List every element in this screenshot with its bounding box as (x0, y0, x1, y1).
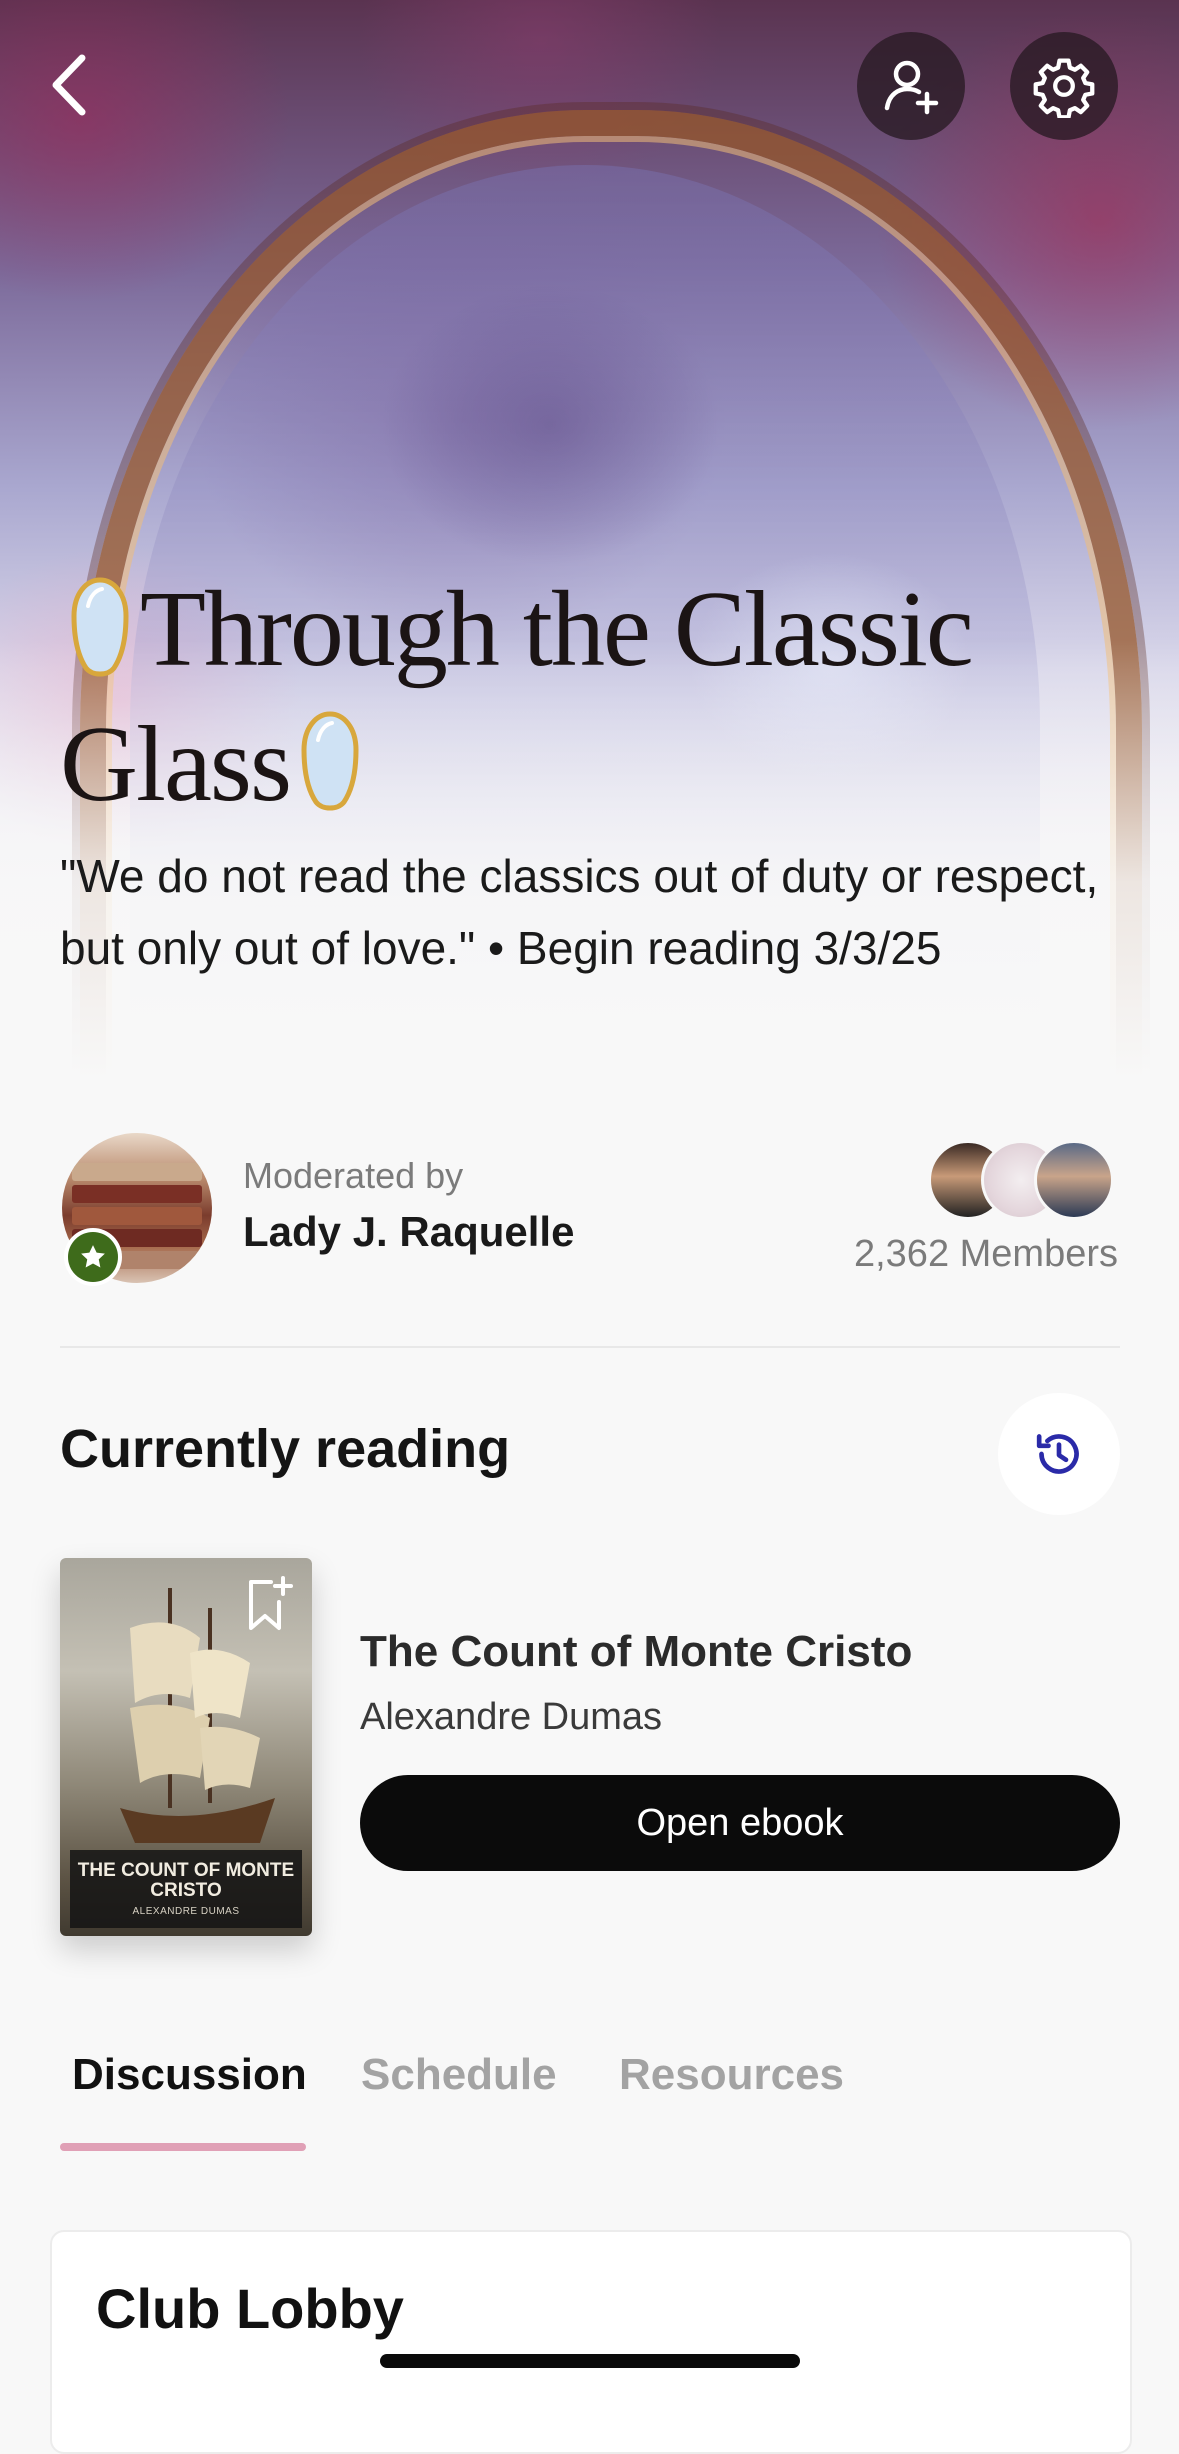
active-tab-indicator (60, 2143, 306, 2151)
club-description: "We do not read the classics out of duty… (60, 850, 1099, 974)
cover-title: THE COUNT OF MONTE CRISTO (77, 1860, 295, 1901)
bookmark-add-icon (249, 1576, 293, 1630)
home-indicator[interactable] (380, 2354, 800, 2368)
reading-history-button[interactable] (998, 1393, 1120, 1515)
moderator-label: Moderated by (243, 1155, 464, 1196)
mirror-icon (68, 576, 132, 705)
club-title-line2: Glass (60, 704, 292, 824)
invite-member-button[interactable] (857, 32, 965, 140)
bookmark-button[interactable] (245, 1574, 295, 1634)
member-avatar[interactable] (1034, 1140, 1114, 1220)
moderator-badge (64, 1228, 122, 1286)
tab-schedule[interactable]: Schedule (361, 2050, 557, 2100)
history-icon (1036, 1434, 1079, 1474)
tab-resources[interactable]: Resources (619, 2050, 844, 2100)
club-title: Through the Classic Glass (60, 570, 1120, 839)
club-lobby-title: Club Lobby (96, 2277, 404, 2340)
settings-button[interactable] (1010, 32, 1118, 140)
cover-author: ALEXANDRE DUMAS (132, 1906, 240, 1917)
club-title-line1: Through the Classic (140, 570, 974, 689)
tab-discussion[interactable]: Discussion (72, 2050, 307, 2100)
book-title[interactable]: The Count of Monte Cristo (360, 1627, 912, 1677)
star-icon (81, 1245, 105, 1268)
moderator-name[interactable]: Lady J. Raquelle (243, 1208, 574, 1256)
book-author: Alexandre Dumas (360, 1696, 663, 1738)
add-person-icon (884, 60, 939, 115)
club-lobby-card[interactable] (50, 2230, 1132, 2454)
divider (60, 1346, 1120, 1348)
currently-reading-title: Currently reading (60, 1419, 511, 1479)
members-count[interactable]: 2,362 Members (854, 1233, 1118, 1276)
chevron-left-icon (52, 54, 86, 116)
mirror-icon (298, 710, 362, 839)
open-ebook-button[interactable]: Open ebook (360, 1775, 1120, 1871)
cover-title-band: THE COUNT OF MONTE CRISTO ALEXANDRE DUMA… (70, 1850, 302, 1928)
back-button[interactable] (38, 50, 98, 120)
gear-icon (1033, 58, 1095, 118)
